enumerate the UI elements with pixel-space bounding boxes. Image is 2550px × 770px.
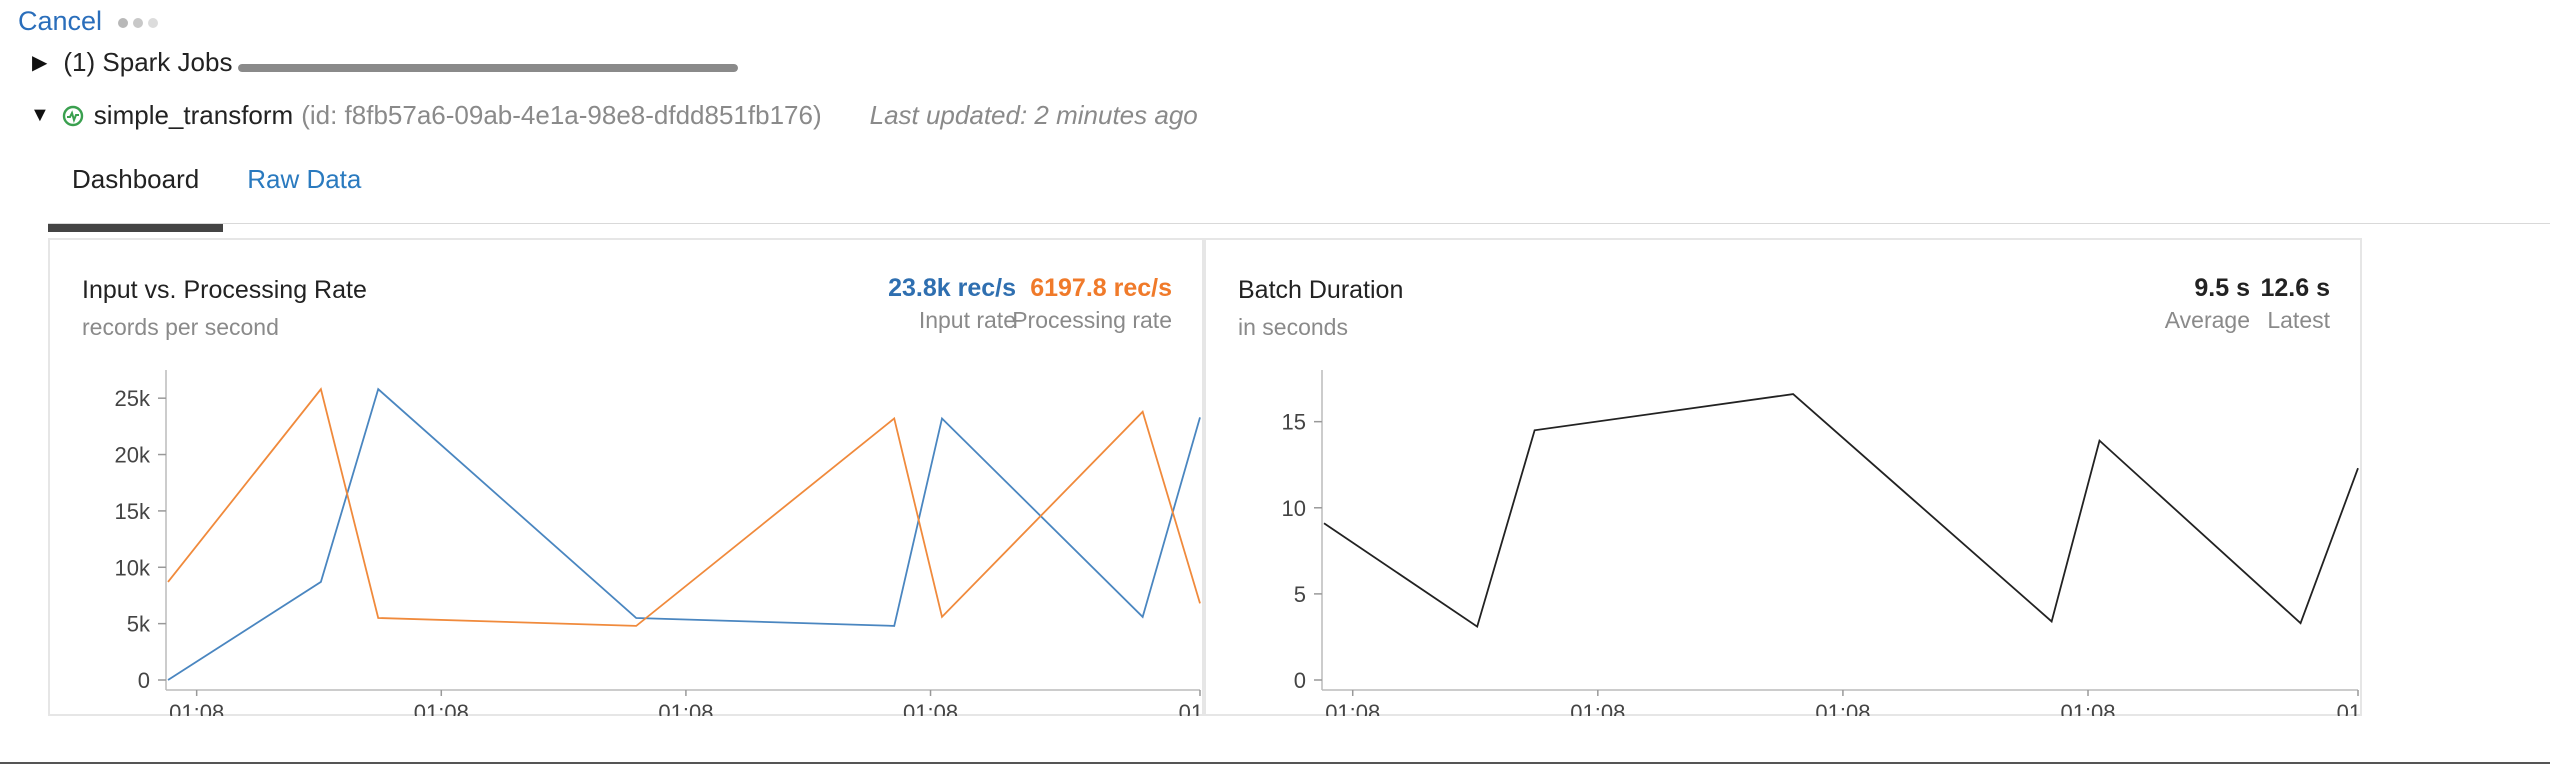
batch-duration-panel: Batch Duration in seconds 9.5 s Average … — [1204, 238, 2362, 716]
x-tick-label: 01:08 — [1325, 700, 1380, 716]
loading-spinner-icon — [118, 18, 158, 28]
tab-raw-data[interactable]: Raw Data — [223, 150, 385, 224]
stream-active-status-icon — [62, 105, 83, 126]
x-tick-label: 01:08 — [903, 700, 958, 716]
x-tick-label: 01:08 — [2060, 700, 2115, 716]
y-tick-label: 15k — [115, 499, 151, 524]
spark-jobs-label[interactable]: (1) Spark Jobs — [63, 47, 232, 78]
x-tick-label: 01:0 — [1179, 700, 1202, 716]
tab-dashboard[interactable]: Dashboard — [48, 150, 224, 232]
collapse-down-caret-icon[interactable]: ▼ — [30, 104, 50, 127]
y-tick-label: 25k — [115, 386, 151, 411]
spark-jobs-row[interactable]: ▶ (1) Spark Jobs — [32, 47, 232, 78]
last-updated-text: Last updated: 2 minutes ago — [869, 100, 1198, 130]
input-vs-processing-rate-chart: 05k10k15k20k25k01:0801:0801:0801:0801:0D… — [115, 370, 1202, 716]
expand-right-caret-icon[interactable]: ▶ — [32, 50, 47, 75]
x-tick-label: 01:08 — [1815, 700, 1870, 716]
stream-id: (id: f8fb57a6-09ab-4e1a-98e8-dfdd851fb17… — [301, 100, 822, 130]
y-tick-label: 10 — [1282, 496, 1306, 521]
tab-bar: Dashboard Raw Data — [48, 150, 385, 232]
x-tick-label: 01:08 — [658, 700, 713, 716]
batch-duration-chart: 05101501:0801:0801:0801:0801:0Dec 18 — [1282, 370, 2360, 716]
x-tick-label: 01:08 — [1570, 700, 1625, 716]
y-tick-label: 10k — [115, 555, 151, 580]
input-series-line — [167, 387, 1201, 681]
tab-divider — [48, 223, 2550, 224]
x-tick-label: 01:08 — [414, 700, 469, 716]
stream-header: ▼ simple_transform (id: f8fb57a6-09ab-4e… — [30, 100, 1198, 131]
stream-name: simple_transform — [93, 100, 294, 130]
duration-series-line — [1323, 393, 2359, 629]
x-tick-label: 01:0 — [2337, 700, 2360, 716]
y-tick-label: 0 — [1294, 668, 1306, 693]
spark-jobs-progress-bar — [238, 64, 738, 72]
cancel-link[interactable]: Cancel — [18, 6, 102, 37]
y-tick-label: 0 — [138, 668, 150, 693]
processing-series-line — [167, 387, 1201, 627]
spark-jobs-progress-fill — [238, 64, 738, 72]
y-tick-label: 5 — [1294, 582, 1306, 607]
page-bottom-border — [0, 762, 2550, 764]
x-tick-label: 01:08 — [169, 700, 224, 716]
input-vs-processing-rate-panel: Input vs. Processing Rate records per se… — [48, 238, 1204, 716]
y-tick-label: 5k — [127, 612, 151, 637]
y-tick-label: 20k — [115, 443, 151, 468]
y-tick-label: 15 — [1282, 410, 1306, 435]
